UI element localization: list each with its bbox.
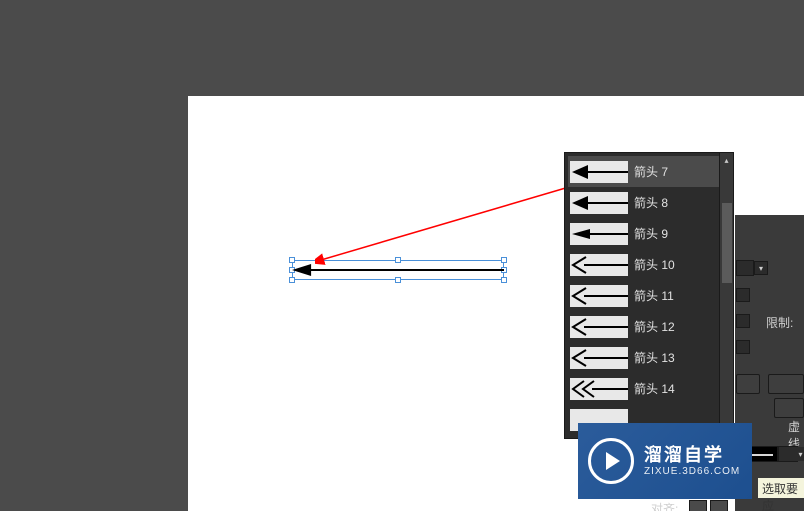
limit-label: 限制: [766, 314, 793, 331]
arrowhead-label: 箭头 14 [634, 380, 675, 397]
stroke-color-swatch[interactable] [736, 260, 754, 276]
selection-handle[interactable] [501, 277, 507, 283]
play-icon [588, 438, 634, 484]
arrowhead-option[interactable]: 箭头 10 [568, 249, 719, 280]
arrowhead-start-button[interactable] [736, 374, 760, 394]
corner-option[interactable] [736, 314, 750, 328]
arrowhead-label: 箭头 9 [634, 225, 668, 242]
tooltip: 选取要应 [758, 478, 804, 498]
arrowhead-option[interactable]: 箭头 12 [568, 311, 719, 342]
dropdown-toggle[interactable]: ▾ [754, 261, 768, 275]
selection-handle[interactable] [289, 257, 295, 263]
scroll-thumb[interactable] [722, 203, 732, 283]
selection-handle[interactable] [501, 257, 507, 263]
arrowhead-label: 箭头 10 [634, 256, 675, 273]
watermark: 溜溜自学 ZIXUE.3D66.COM [578, 423, 752, 499]
scroll-up-icon[interactable]: ▴ [720, 153, 733, 167]
arrowhead-label: 箭头 11 [634, 287, 674, 304]
cap-option[interactable] [736, 288, 750, 302]
watermark-subtitle: ZIXUE.3D66.COM [644, 466, 740, 479]
watermark-title: 溜溜自学 [644, 444, 740, 467]
arrowhead-option[interactable]: 箭头 13 [568, 342, 719, 373]
arrowhead-preview [570, 285, 628, 307]
arrowhead-preview [570, 192, 628, 214]
align-stroke-label: 对齐: [651, 500, 678, 511]
arrowhead-preview [570, 161, 628, 183]
arrowhead-end-button[interactable] [768, 374, 804, 394]
dropdown-scrollbar[interactable]: ▴ ▾ [719, 153, 733, 438]
selected-object[interactable] [292, 260, 504, 280]
arrowhead-preview [570, 316, 628, 338]
selection-handle[interactable] [395, 257, 401, 263]
arrowhead-preview [570, 347, 628, 369]
arrow-shape [292, 264, 504, 276]
selection-handle[interactable] [395, 277, 401, 283]
arrowhead-option[interactable]: 箭头 14 [568, 373, 719, 404]
arrowhead-label: 箭头 7 [634, 163, 668, 180]
arrowhead-preview [570, 223, 628, 245]
arrowhead-option[interactable]: 箭头 11 [568, 280, 719, 311]
align-stroke-btn-1[interactable] [689, 500, 707, 511]
profile-menu-icon[interactable]: ▾ [797, 447, 804, 461]
arrowhead-dropdown[interactable]: 箭头 7 箭头 8 箭头 9 箭头 10 箭头 11 箭头 12 箭头 13 箭头 14 ▴ … [564, 152, 734, 439]
arrowhead-preview [570, 254, 628, 276]
selection-handle[interactable] [289, 277, 295, 283]
arrowhead-option[interactable]: 箭头 9 [568, 218, 719, 249]
arrowhead-preview [570, 378, 628, 400]
align-stroke-btn-2[interactable] [710, 500, 728, 511]
align-option[interactable] [736, 340, 750, 354]
arrowhead-label: 箭头 13 [634, 349, 675, 366]
arrowhead-option[interactable]: 箭头 8 [568, 187, 719, 218]
arrowhead-option[interactable]: 箭头 7 [568, 156, 719, 187]
arrowhead-label: 箭头 12 [634, 318, 675, 335]
profile-options[interactable] [778, 446, 798, 462]
align-button[interactable] [774, 398, 804, 418]
arrowhead-label: 箭头 8 [634, 194, 668, 211]
